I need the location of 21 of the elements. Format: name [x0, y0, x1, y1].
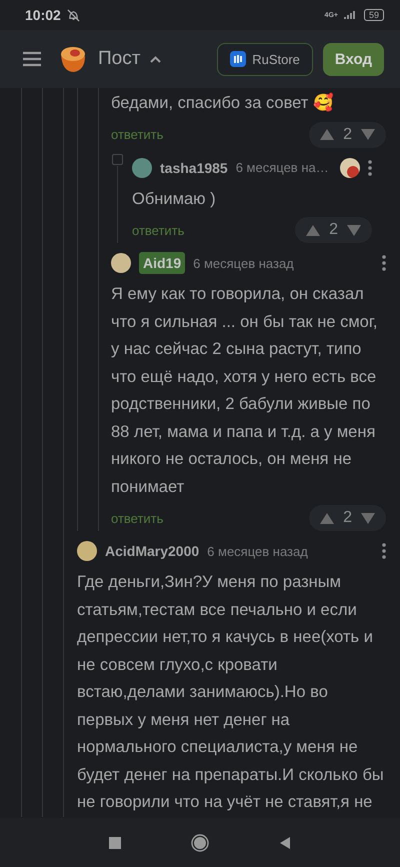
comment-text: Обнимаю ): [132, 188, 217, 210]
author-name[interactable]: Aid19: [139, 252, 186, 274]
comment-text: Я ему как то говорила, он сказал что я сильная ... он бы так не смог, у нас сейчас 2 сына растут, типо что ещё надо, хотя у него есть все родственники, 2 бабули живые по 88 лет, мама и папа и т.д. а у меня никого не осталось, он меня не понимает: [111, 284, 378, 498]
comment-time: 6 месяцев назад: [207, 544, 309, 558]
comment-text: бедами, спасибо за совет 🥰: [111, 92, 335, 114]
vote-score: 2: [329, 221, 338, 239]
reply-link[interactable]: ответить: [111, 510, 164, 526]
author-name[interactable]: tasha1985: [160, 160, 228, 176]
author-name[interactable]: AcidMary2000: [105, 543, 200, 559]
store-button[interactable]: RuStore: [217, 42, 313, 76]
vote-score: 2: [343, 126, 352, 144]
reply-link[interactable]: ответить: [111, 127, 164, 142]
battery-level: 59: [364, 9, 384, 21]
login-button[interactable]: Вход: [322, 42, 384, 76]
comment-time: 6 месяцев назад: [193, 256, 295, 270]
vote-score: 2: [343, 509, 352, 527]
reply-link[interactable]: ответить: [132, 222, 184, 238]
comment-text: Где деньги,Зин?У меня по разным статьям,тестам все печально и если депрессии нет,то я качусь в нее(хоть и не совсем глухо,с кровати встаю,делами занимаюсь).Но во первых у меня нет денег на нормального специалиста,у меня не будет денег на препараты.И сколько бы не говорили что на учёт не ставят,я не: [77, 572, 385, 813]
comment-time: 6 месяцев на…: [236, 160, 330, 175]
clock: 10:02: [25, 7, 61, 23]
page-title[interactable]: Пост: [98, 48, 140, 70]
